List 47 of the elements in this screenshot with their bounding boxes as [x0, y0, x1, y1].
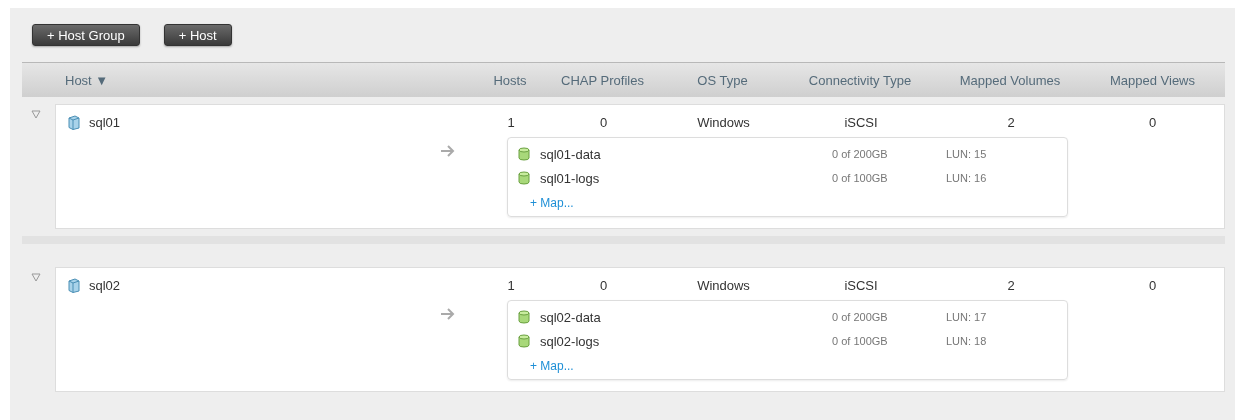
triangle-down-icon [31, 273, 41, 282]
volume-lun: LUN: 16 [946, 172, 988, 184]
arrow-right-icon [441, 308, 455, 320]
volume-lun: LUN: 18 [946, 335, 988, 347]
table-cell-text: 1 [506, 277, 516, 293]
host-name: sql01 [89, 114, 121, 130]
table-cell-text: 0 [598, 114, 609, 130]
add-button[interactable]: + Host [163, 24, 232, 46]
database-icon [518, 171, 530, 185]
table-cell-text: iSCSI [843, 277, 879, 293]
column-header[interactable]: Host ▼ [55, 72, 480, 88]
volume-size: 0 of 200GB [832, 148, 889, 160]
column-header: Mapped Volumes [958, 72, 1062, 88]
column-header: Mapped Views [1108, 72, 1196, 88]
table-cell-text: 0 [598, 277, 609, 293]
volume-size: 0 of 100GB [832, 172, 889, 184]
table-cell-text: 0 [1147, 277, 1158, 293]
host-name: sql02 [89, 277, 121, 293]
database-icon [518, 147, 530, 161]
volume-name: sql02-data [540, 309, 602, 325]
volume-size: 0 of 100GB [832, 335, 889, 347]
volume-size: 0 of 200GB [832, 311, 889, 323]
table-cell-text: Windows [696, 114, 751, 130]
column-header: OS Type [696, 72, 749, 88]
table-cell-text: 2 [1006, 114, 1016, 130]
table-cell-text: Windows [696, 277, 751, 293]
map-link[interactable]: + Map... [530, 359, 574, 373]
column-header: Hosts [492, 72, 528, 88]
table-cell-text: 0 [1147, 114, 1158, 130]
column-header: Connectivity Type [807, 72, 913, 88]
volume-name: sql02-logs [540, 333, 601, 349]
database-icon [518, 334, 530, 348]
server-icon [68, 114, 80, 130]
volume-name: sql01-logs [540, 170, 601, 186]
volume-lun: LUN: 15 [946, 148, 988, 160]
volume-name: sql01-data [540, 146, 602, 162]
column-header: CHAP Profiles [560, 72, 645, 88]
table-cell-text: 1 [506, 114, 516, 130]
map-link[interactable]: + Map... [530, 196, 574, 210]
table-cell-text: 2 [1006, 277, 1016, 293]
table-cell-text: iSCSI [843, 114, 879, 130]
add-button[interactable]: + Host Group [32, 24, 140, 46]
database-icon [518, 310, 530, 324]
arrow-right-icon [441, 145, 455, 157]
server-icon [68, 277, 80, 293]
volume-lun: LUN: 17 [946, 311, 988, 323]
triangle-down-icon [31, 110, 41, 119]
